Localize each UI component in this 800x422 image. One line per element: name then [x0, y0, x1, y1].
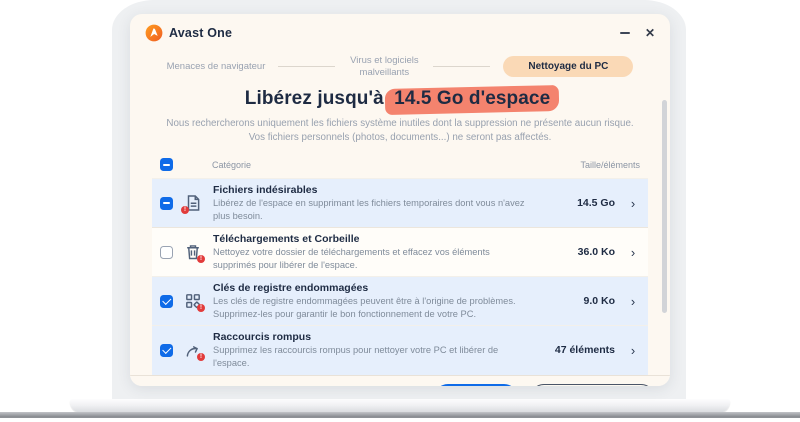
tab-virus-malware[interactable]: Virus et logiciels malveillants	[348, 55, 420, 79]
alert-badge: !	[181, 206, 189, 214]
row-title: Raccourcis rompus	[213, 331, 534, 343]
page-title-highlight: 14.5 Go d'espace	[389, 88, 555, 110]
avast-one-window: Avast One ✕ Menaces de navigateur Virus …	[130, 14, 670, 386]
page: Avast One ✕ Menaces de navigateur Virus …	[0, 0, 800, 422]
table-row[interactable]: ! Raccourcis rompus Supprimez les raccou…	[152, 325, 648, 374]
tab-stepper: Menaces de navigateur Virus et logiciels…	[130, 55, 670, 79]
laptop-base-shadow	[0, 412, 800, 418]
table-header: Catégorie Taille/éléments	[152, 155, 648, 178]
clean-button[interactable]: Nettoyer	[434, 384, 519, 386]
close-button[interactable]: ✕	[645, 27, 655, 39]
size-column-header: Taille/éléments	[580, 160, 640, 170]
window-controls: ✕	[620, 27, 655, 39]
table-row[interactable]: ! Téléchargements et Corbeille Nettoyez …	[152, 227, 648, 276]
junk-file-icon: !	[184, 194, 202, 212]
row-title: Téléchargements et Corbeille	[213, 233, 534, 245]
brand: Avast One	[145, 24, 232, 42]
page-title: Libérez jusqu'à 14.5 Go d'espace	[130, 88, 670, 110]
broken-shortcut-icon: !	[184, 341, 202, 359]
tab-connector	[278, 66, 335, 67]
tab-browser-threats[interactable]: Menaces de navigateur	[167, 61, 266, 73]
alert-badge: !	[197, 353, 205, 361]
table-row[interactable]: ! Clés de registre endommagées Les clés …	[152, 276, 648, 325]
row-checkbox[interactable]	[160, 246, 173, 259]
row-description: Nettoyez votre dossier de téléchargement…	[213, 246, 534, 271]
row-title: Clés de registre endommagées	[213, 282, 534, 294]
row-size: 9.0 Ko	[551, 295, 615, 307]
chevron-right-icon[interactable]: ›	[626, 246, 640, 259]
row-size: 14.5 Go	[551, 197, 615, 209]
minimize-button[interactable]	[620, 32, 630, 34]
chevron-right-icon[interactable]: ›	[626, 197, 640, 210]
select-all-checkbox[interactable]	[160, 158, 173, 171]
tab-pc-cleanup[interactable]: Nettoyage du PC	[503, 56, 633, 77]
titlebar: Avast One ✕	[130, 14, 670, 46]
tab-connector	[433, 66, 490, 67]
row-checkbox[interactable]	[160, 344, 173, 357]
registry-icon: !	[184, 292, 202, 310]
action-bar: 1.6 Go sélectionné Ces éléments vont êtr…	[130, 375, 670, 386]
row-title: Fichiers indésirables	[213, 184, 534, 196]
page-subtitle: Nous rechercherons uniquement les fichie…	[158, 117, 642, 145]
row-description: Libérez de l'espace en supprimant les fi…	[213, 197, 534, 222]
alert-badge: !	[197, 304, 205, 312]
maybe-later-button[interactable]: Peut-être plus tard	[530, 384, 655, 386]
row-size: 47 éléments	[551, 344, 615, 356]
row-checkbox[interactable]	[160, 295, 173, 308]
chevron-right-icon[interactable]: ›	[626, 344, 640, 357]
avast-logo-icon	[145, 24, 163, 42]
row-description: Supprimez les raccourcis rompus pour net…	[213, 344, 534, 369]
cleanup-table: Catégorie Taille/éléments ! Fichiers ind…	[152, 155, 648, 374]
scrollbar-thumb[interactable]	[662, 100, 667, 313]
table-row[interactable]: ! Fichiers indésirables Libérez de l'esp…	[152, 178, 648, 227]
row-checkbox[interactable]	[160, 197, 173, 210]
app-title: Avast One	[169, 26, 232, 40]
row-size: 36.0 Ko	[551, 246, 615, 258]
chevron-right-icon[interactable]: ›	[626, 295, 640, 308]
laptop-base	[70, 399, 730, 413]
trash-icon: !	[184, 243, 202, 261]
row-description: Les clés de registre endommagées peuvent…	[213, 295, 534, 320]
alert-badge: !	[197, 255, 205, 263]
category-column-header: Catégorie	[212, 160, 251, 170]
